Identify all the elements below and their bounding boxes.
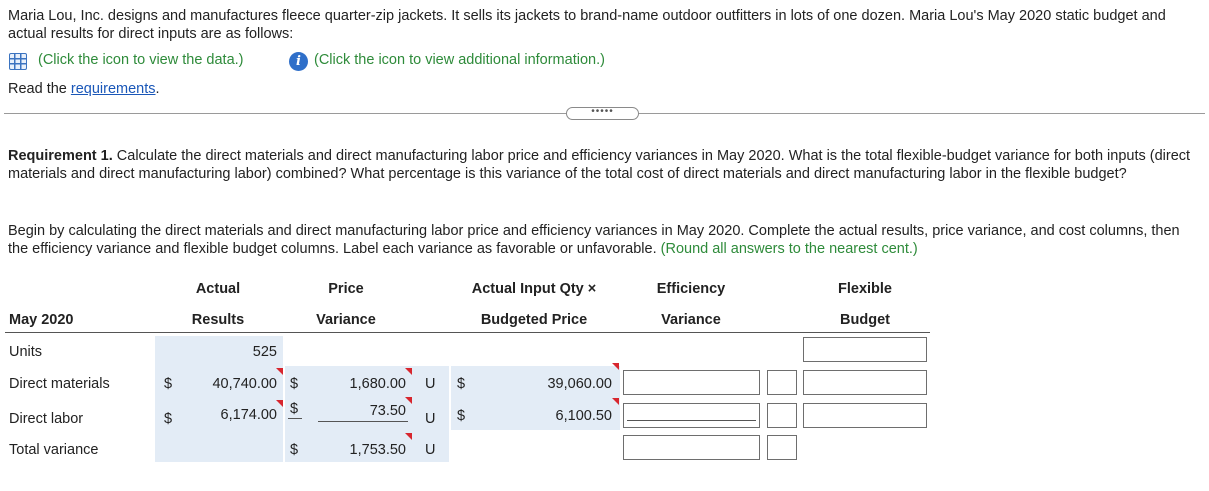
instructions: Begin by calculating the direct material… <box>8 222 1203 258</box>
col-efficiency-line1: Efficiency <box>656 281 726 297</box>
materials-actual-marker <box>276 368 283 375</box>
col-price-line2: Variance <box>316 312 376 328</box>
materials-price-fu[interactable]: U <box>425 376 435 392</box>
materials-aiq-value[interactable]: 39,060.00 <box>500 376 612 392</box>
labor-price-currency: $ <box>290 401 299 417</box>
labor-aiq-marker <box>612 398 619 405</box>
labor-actual-value[interactable]: 6,174.00 <box>190 407 277 423</box>
labor-flexible-input[interactable] <box>803 403 927 428</box>
labor-actual-currency: $ <box>164 411 173 427</box>
materials-actual-value[interactable]: 40,740.00 <box>190 376 277 392</box>
materials-efficiency-input[interactable] <box>623 370 760 395</box>
labor-efficiency-underline <box>627 420 756 421</box>
row-label-total-variance: Total variance <box>9 442 99 458</box>
total-efficiency-fu-select[interactable] <box>767 435 797 460</box>
row-header-may-2020: May 2020 <box>9 312 74 328</box>
materials-flexible-input[interactable] <box>803 370 927 395</box>
materials-actual-currency: $ <box>164 376 173 392</box>
requirement-text: Calculate the direct materials and direc… <box>8 148 1191 182</box>
units-actual-value[interactable]: 525 <box>200 344 277 360</box>
col-flexible-line2: Budget <box>840 312 890 328</box>
expand-toggle-button[interactable]: ••••• <box>566 107 639 120</box>
data-table-icon[interactable] <box>9 53 27 70</box>
materials-price-currency: $ <box>290 376 299 392</box>
total-price-marker <box>405 433 412 440</box>
labor-price-fu[interactable]: U <box>425 411 435 427</box>
instructions-text: Begin by calculating the direct material… <box>8 223 1180 257</box>
labor-aiq-value[interactable]: 6,100.50 <box>500 408 612 424</box>
labor-efficiency-fu-select[interactable] <box>767 403 797 428</box>
header-rule <box>5 332 930 333</box>
rounding-hint: (Round all answers to the nearest cent.) <box>660 241 918 257</box>
view-data-link[interactable]: (Click the icon to view the data.) <box>38 52 244 68</box>
info-icon[interactable]: i <box>289 52 308 71</box>
labor-price-currency-underline <box>288 418 302 419</box>
materials-efficiency-fu-select[interactable] <box>767 370 797 395</box>
col-actual-line1: Actual <box>195 281 241 297</box>
materials-price-value[interactable]: 1,680.00 <box>320 376 406 392</box>
requirement-1: Requirement 1. Calculate the direct mate… <box>8 147 1203 183</box>
units-flexible-input[interactable] <box>803 337 927 362</box>
labor-price-marker <box>405 397 412 404</box>
materials-aiq-marker <box>612 363 619 370</box>
labor-price-underline <box>318 421 408 422</box>
read-suffix: . <box>155 81 160 97</box>
row-label-units: Units <box>9 344 43 360</box>
col-flexible-line1: Flexible <box>838 281 892 297</box>
col-price-line1: Price <box>328 281 364 297</box>
requirement-label: Requirement 1. <box>8 148 113 164</box>
row-label-direct-labor: Direct labor <box>9 411 84 427</box>
col-efficiency-line2: Variance <box>661 312 721 328</box>
materials-aiq-currency: $ <box>457 376 466 392</box>
col-aiq-line1: Actual Input Qty × <box>471 281 597 297</box>
total-price-fu[interactable]: U <box>425 442 435 458</box>
additional-info-link[interactable]: (Click the icon to view additional infor… <box>314 52 605 68</box>
requirements-link[interactable]: requirements <box>71 81 156 97</box>
row-label-direct-materials: Direct materials <box>9 376 110 392</box>
intro-paragraph: Maria Lou, Inc. designs and manufactures… <box>8 8 1166 42</box>
total-price-currency: $ <box>290 442 299 458</box>
col-aiq-line2: Budgeted Price <box>480 312 588 328</box>
total-efficiency-input[interactable] <box>623 435 760 460</box>
labor-efficiency-input[interactable] <box>623 403 760 428</box>
materials-price-marker <box>405 368 412 375</box>
read-prefix: Read the <box>8 81 71 97</box>
read-requirements-line: Read the requirements. <box>8 81 160 97</box>
col-actual-line2: Results <box>191 312 245 328</box>
total-price-value[interactable]: 1,753.50 <box>320 442 406 458</box>
labor-aiq-currency: $ <box>457 408 466 424</box>
labor-actual-marker <box>276 400 283 407</box>
labor-price-value[interactable]: 73.50 <box>320 403 406 419</box>
